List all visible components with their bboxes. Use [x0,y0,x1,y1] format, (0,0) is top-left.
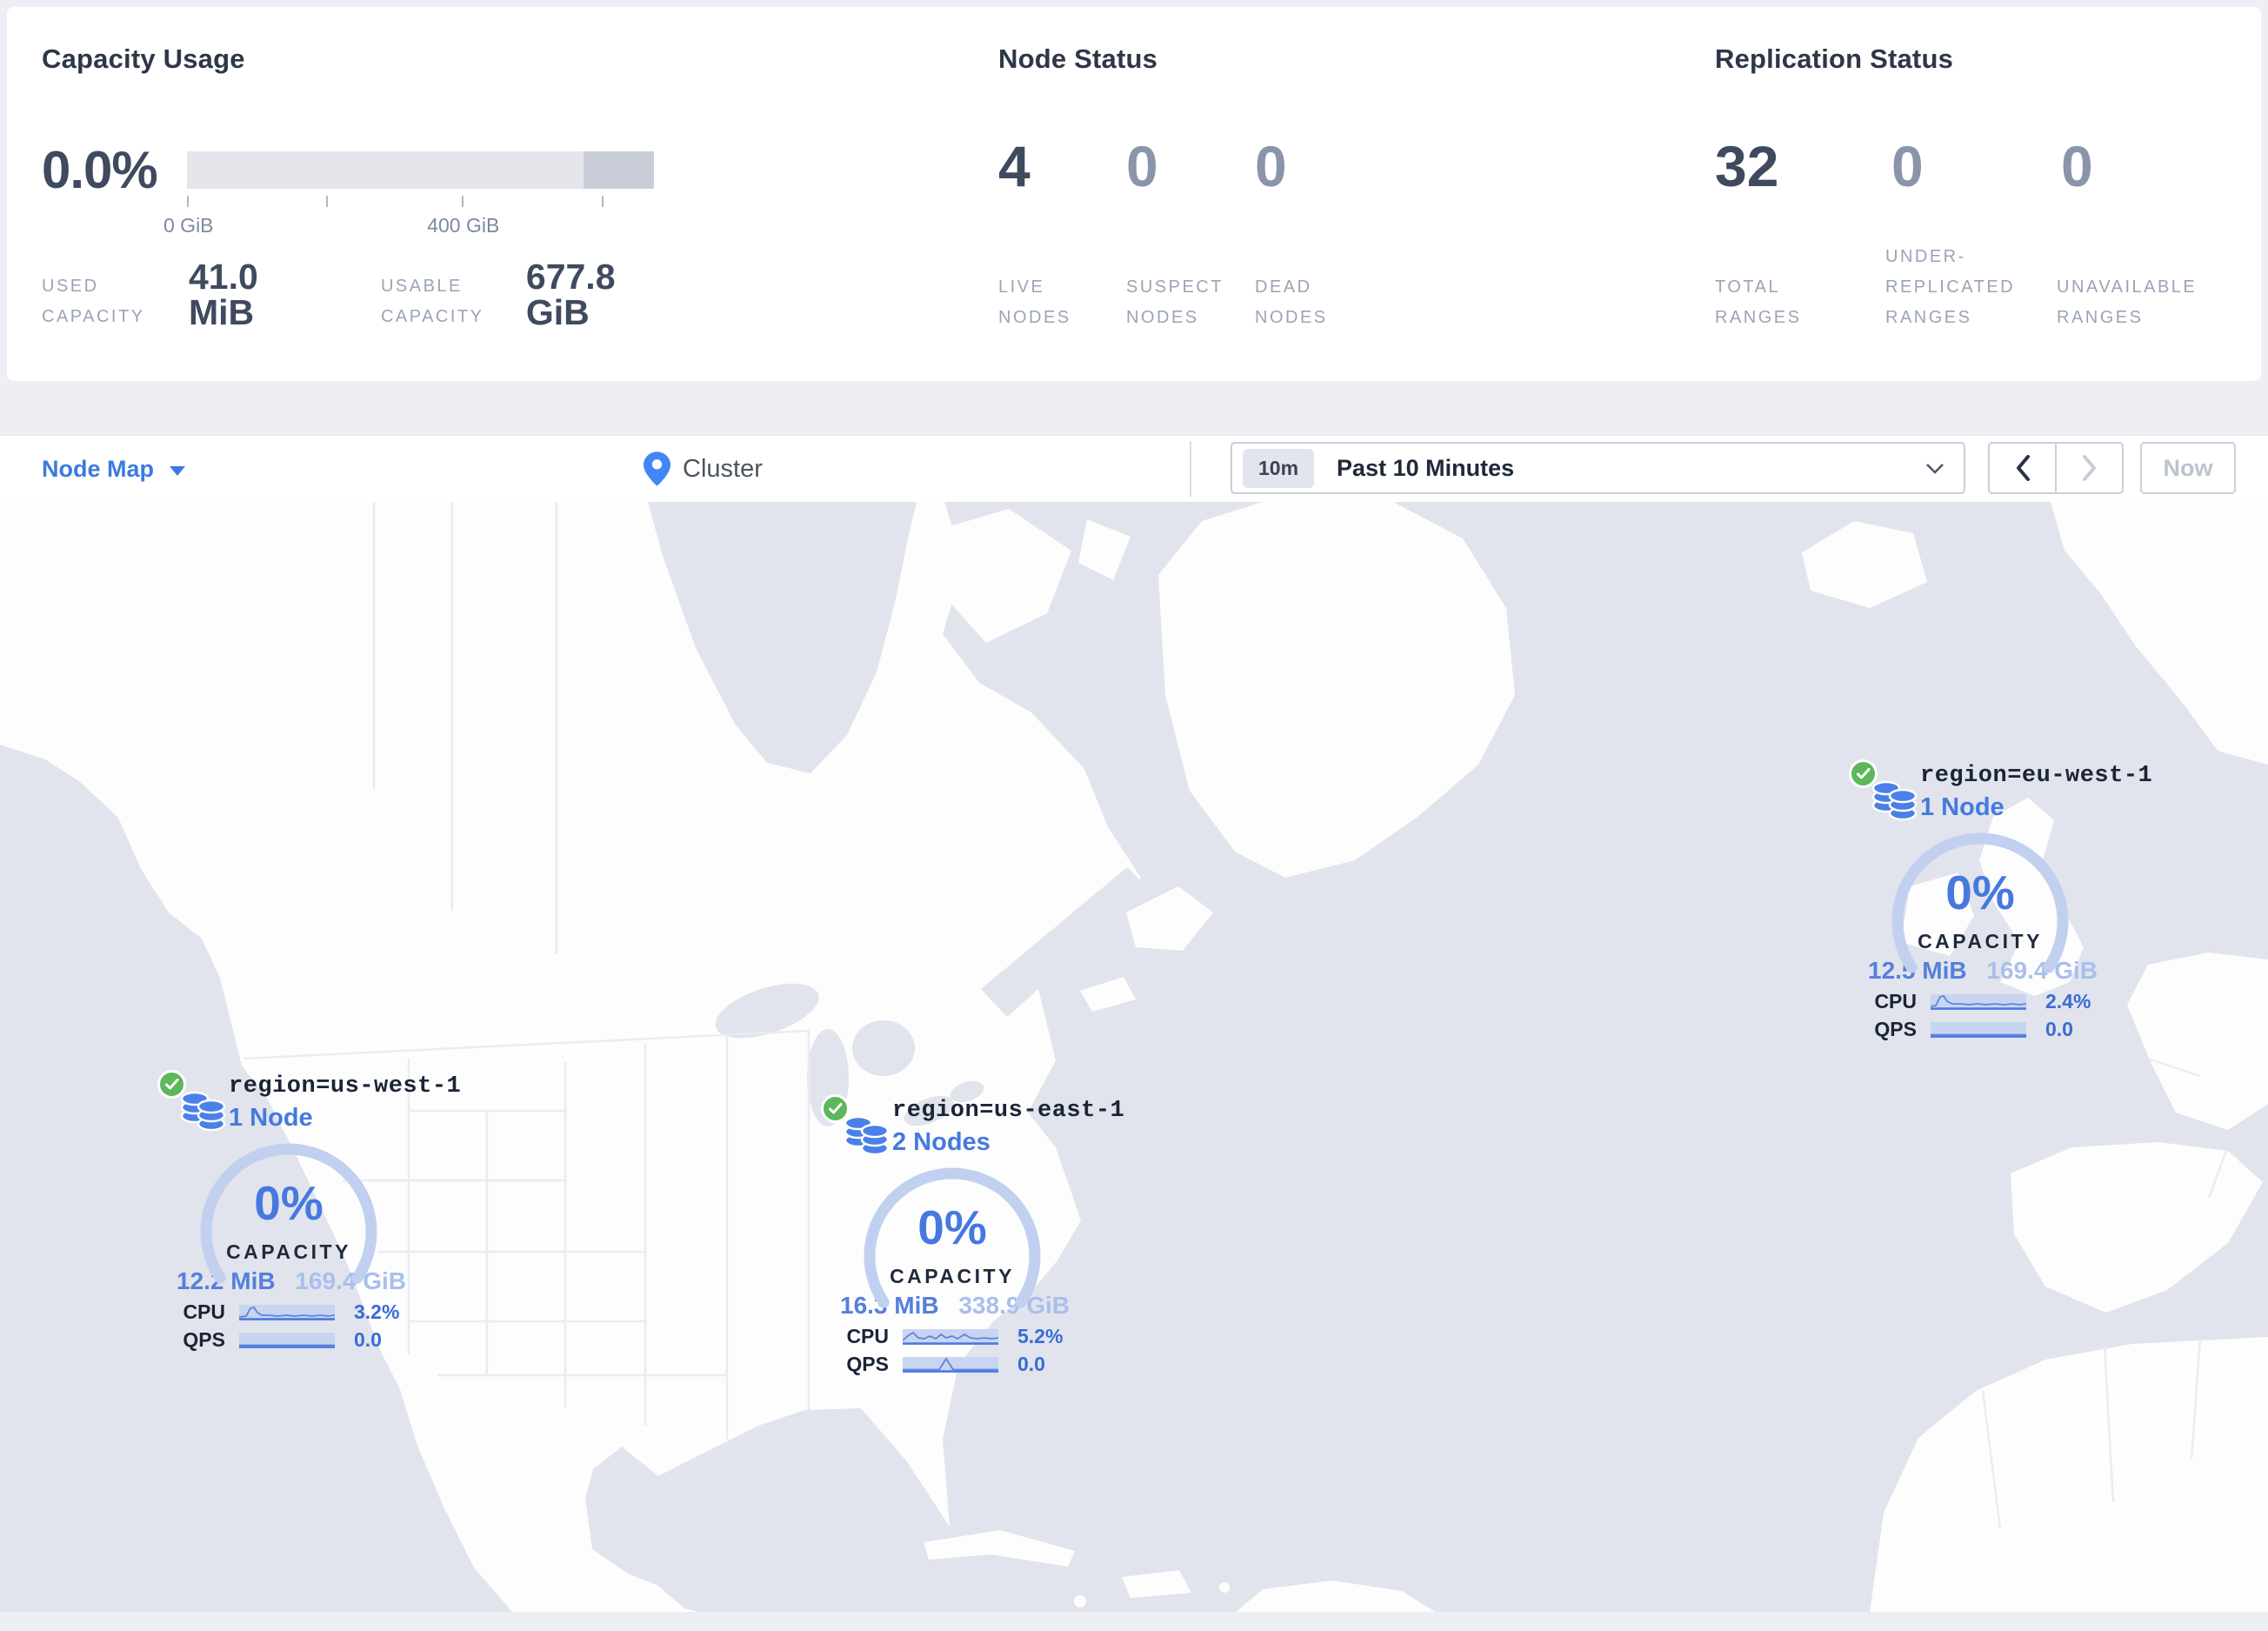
region-marker-us-west-1[interactable]: region=us-west-1 1 Node 0% CAPACITY 12.2… [145,1070,461,1351]
cpu-label: CPU [846,1324,889,1347]
capacity-used-percent: 0.0% [42,141,158,199]
chevron-down-icon [1926,464,1944,474]
qps-value: 0.0 [354,1327,382,1351]
usable-capacity-label: USABLE CAPACITY [380,277,484,326]
view-selector-dropdown[interactable]: Node Map [42,436,186,502]
region-node-count[interactable]: 1 Node [229,1104,461,1133]
time-range-badge: 10m [1243,448,1315,488]
qps-label: QPS [1874,1017,1917,1040]
chevron-down-icon [170,465,186,476]
qps-metric-row: QPS 0.0 [1837,1018,2124,1040]
cpu-value: 2.4% [2045,989,2091,1013]
time-step-buttons [1988,442,2124,494]
gauge-capacity-label: CAPACITY [890,1265,1015,1287]
capacity-bar-reserved-segment [583,151,654,189]
cpu-sparkline [239,1305,335,1320]
qps-value: 0.0 [2045,1017,2073,1040]
now-button[interactable]: Now [2140,442,2236,494]
toolbar-divider [1190,441,1191,497]
cpu-metric-row: CPU 5.2% [809,1325,1096,1347]
qps-sparkline [903,1357,998,1373]
cpu-sparkline [903,1329,998,1345]
under-replicated-label: UNDER-REPLICATED RANGES [1885,247,2016,327]
suspect-nodes-label: SUSPECT NODES [1126,277,1224,327]
cpu-metric-row: CPU 3.2% [145,1300,432,1323]
region-label: region=us-west-1 [229,1073,462,1100]
chevron-right-icon [2082,455,2096,481]
usable-capacity-value: 677.8 GiB [525,257,616,332]
capacity-usage-title: Capacity Usage [42,43,245,74]
under-replicated-count: 0 [1891,134,1924,198]
dead-nodes-count: 0 [1255,134,1287,198]
cpu-value: 3.2% [354,1300,400,1323]
breadcrumb-label: Cluster [683,454,763,483]
qps-label: QPS [183,1327,225,1351]
dead-nodes-label: DEAD NODES [1255,277,1328,327]
region-label: region=eu-west-1 [1920,763,2153,789]
qps-sparkline [239,1333,335,1348]
region-node-count[interactable]: 2 Nodes [892,1128,1124,1157]
cpu-label: CPU [1874,989,1917,1013]
capacity-axis-tick-400: 400 GiB [427,214,500,237]
database-nodes-icon [844,1115,890,1156]
capacity-gauge: 0% CAPACITY [857,1167,1048,1311]
qps-sparkline [1931,1022,2026,1038]
cpu-sparkline [1931,994,2026,1010]
gauge-capacity-label: CAPACITY [1918,930,2043,953]
view-selector-label: Node Map [42,455,155,482]
region-label: region=us-east-1 [892,1098,1125,1124]
unavailable-ranges-count: 0 [2061,134,2093,198]
time-step-back-button[interactable] [1990,444,2055,492]
qps-metric-row: QPS 0.0 [145,1328,432,1351]
region-node-count[interactable]: 1 Node [1920,793,2152,822]
total-ranges-count: 32 [1715,134,1779,198]
world-map [0,502,2268,1612]
map-toolbar: Node Map Cluster 10m Past 10 Minutes Now [0,435,2268,503]
database-nodes-icon [1871,780,1918,821]
capacity-bar-chart: 0 GiB 400 GiB [163,151,654,247]
gauge-percent: 0% [917,1200,987,1254]
cpu-label: CPU [183,1300,225,1323]
time-range-label: Past 10 Minutes [1337,454,1515,481]
capacity-gauge: 0% CAPACITY [1884,832,2076,976]
breadcrumb[interactable]: Cluster [644,436,763,502]
time-step-forward-button[interactable] [2055,444,2122,492]
live-nodes-label: LIVE NODES [998,277,1071,327]
replication-status-title: Replication Status [1715,43,1954,74]
replication-status-section: Replication Status 32 0 0 TOTAL RANGES U… [1715,7,2237,381]
gauge-percent: 0% [1945,866,2015,919]
gauge-percent: 0% [254,1176,324,1230]
location-pin-icon [644,451,670,486]
time-range-selector[interactable]: 10m Past 10 Minutes [1231,442,1965,494]
suspect-nodes-count: 0 [1126,134,1158,198]
capacity-axis-tick-0: 0 GiB [163,214,214,237]
qps-metric-row: QPS 0.0 [809,1353,1096,1375]
used-capacity-label: USED CAPACITY [42,277,145,326]
region-marker-us-east-1[interactable]: region=us-east-1 2 Nodes 0% CAPACITY 16.… [809,1094,1124,1375]
node-map: region=us-west-1 1 Node 0% CAPACITY 12.2… [0,502,2268,1612]
capacity-gauge: 0% CAPACITY [193,1143,384,1287]
node-status-section: Node Status 4 0 0 LIVE NODES SUSPECT NOD… [998,7,1485,381]
node-status-title: Node Status [998,43,1158,74]
chevron-left-icon [2016,455,2030,481]
qps-value: 0.0 [1017,1352,1045,1375]
qps-label: QPS [846,1352,889,1375]
unavailable-ranges-label: UNAVAILABLE RANGES [2057,277,2198,327]
capacity-usage-section: Capacity Usage 0.0% 0 GiB 400 GiB USED C… [42,7,685,381]
live-nodes-count: 4 [998,134,1031,198]
cpu-metric-row: CPU 2.4% [1837,990,2124,1013]
database-nodes-icon [180,1091,226,1132]
cpu-value: 5.2% [1017,1324,1064,1347]
gauge-capacity-label: CAPACITY [226,1240,351,1263]
used-capacity-value: 41.0 MiB [188,257,258,332]
cluster-summary-panel: Capacity Usage 0.0% 0 GiB 400 GiB USED C… [7,7,2261,381]
region-marker-eu-west-1[interactable]: region=eu-west-1 1 Node 0% CAPACITY 12.5… [1837,759,2152,1040]
total-ranges-label: TOTAL RANGES [1715,277,1802,327]
